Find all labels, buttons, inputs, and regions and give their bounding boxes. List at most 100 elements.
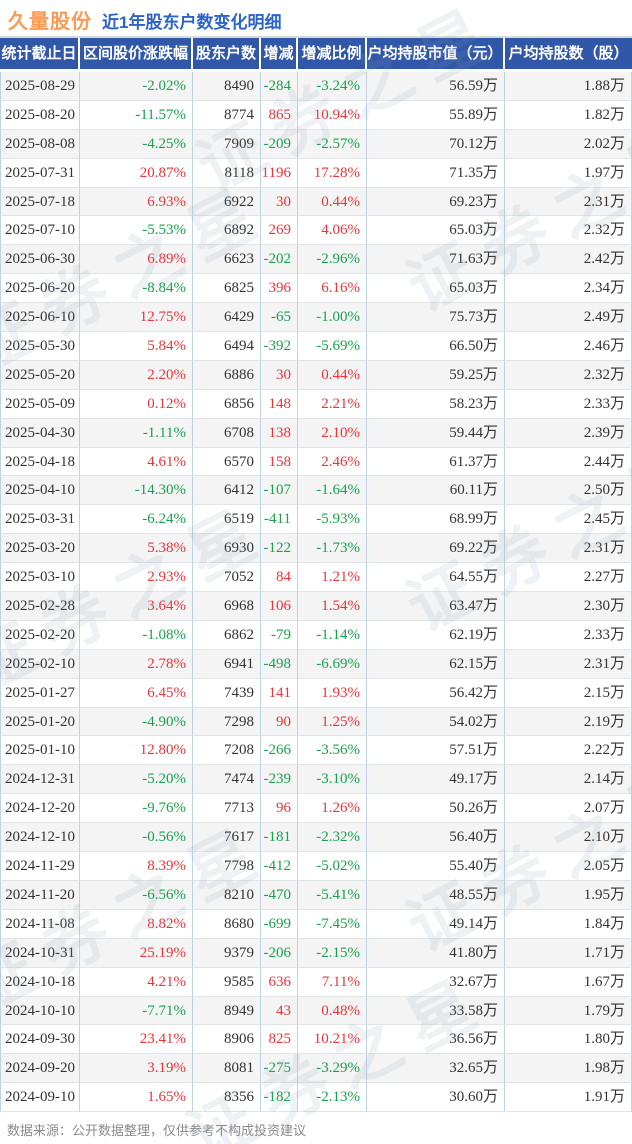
cell-delta-pct: -2.32% <box>298 823 367 853</box>
cell-delta: 43 <box>261 996 298 1026</box>
table-row: 2025-05-30 5.84% 6494 -392 -5.69% 66.50万 2.46万 <box>0 332 632 361</box>
cell-avg-shares: 1.84万 <box>505 909 632 939</box>
cell-holders: 6429 <box>193 303 261 333</box>
header-avg-shares: 户均持股数（股） <box>508 45 629 62</box>
cell-date: 2025-07-18 <box>0 187 80 217</box>
cell-price-change: 12.80% <box>80 736 193 766</box>
cell-delta: -284 <box>261 72 298 101</box>
cell-price-change: -5.53% <box>80 216 193 246</box>
cell-holders: 8081 <box>193 1054 261 1084</box>
cell-holders: 7474 <box>193 765 261 795</box>
cell-holders: 7713 <box>193 794 261 824</box>
cell-date: 2024-11-29 <box>0 852 80 881</box>
table-row: 2025-08-20 -11.57% 8774 865 10.94% 55.89万 1.82… <box>0 100 632 130</box>
cell-delta-pct: -3.24% <box>298 72 367 101</box>
cell-avg-value: 66.50万 <box>367 332 505 361</box>
cell-avg-value: 62.15万 <box>367 649 505 679</box>
cell-delta: 636 <box>261 967 298 997</box>
cell-avg-shares: 2.31万 <box>505 649 632 679</box>
cell-delta: 148 <box>261 389 298 419</box>
cell-price-change: -0.56% <box>80 823 193 853</box>
cell-delta: -202 <box>261 245 298 275</box>
table-row: 2025-02-10 2.78% 6941 -498 -6.69% 62.15万 2.31万 <box>0 649 632 679</box>
cell-avg-shares: 2.42万 <box>505 245 632 275</box>
cell-delta: 825 <box>261 1025 298 1055</box>
cell-price-change: 8.39% <box>80 852 193 881</box>
cell-avg-value: 32.65万 <box>367 1054 505 1084</box>
cell-delta: -209 <box>261 129 298 159</box>
table-row: 2025-01-20 -4.90% 7298 90 1.25% 54.02万 2.19万 <box>0 707 632 737</box>
cell-holders: 9379 <box>193 938 261 968</box>
cell-delta-pct: 2.46% <box>298 447 367 477</box>
table-row: 2025-03-31 -6.24% 6519 -411 -5.93% 68.99万 2.45… <box>0 505 632 535</box>
cell-delta-pct: -1.64% <box>298 476 367 506</box>
cell-delta-pct: 2.10% <box>298 418 367 448</box>
cell-delta: -181 <box>261 823 298 853</box>
cell-price-change: -7.71% <box>80 996 193 1026</box>
cell-holders: 9585 <box>193 967 261 997</box>
cell-avg-value: 63.47万 <box>367 592 505 621</box>
cell-delta: 141 <box>261 678 298 708</box>
shareholder-count-table: 统计截止日 区间股价涨跌幅 股东户数 增减 增减比例 户均持股市值（元） 户均持股数（股） … <box>0 36 632 1113</box>
cell-avg-shares: 1.91万 <box>505 1083 632 1113</box>
cell-delta: 1196 <box>261 158 298 188</box>
cell-price-change: -4.25% <box>80 129 193 159</box>
cell-avg-shares: 2.32万 <box>505 216 632 246</box>
cell-date: 2024-10-18 <box>0 967 80 997</box>
cell-delta: 90 <box>261 707 298 737</box>
cell-avg-shares: 2.32万 <box>505 360 632 390</box>
cell-date: 2025-05-09 <box>0 389 80 419</box>
cell-price-change: -9.76% <box>80 794 193 824</box>
cell-avg-value: 41.80万 <box>367 938 505 968</box>
cell-delta-pct: -2.57% <box>298 129 367 159</box>
cell-date: 2025-08-20 <box>0 100 80 130</box>
cell-holders: 6941 <box>193 649 261 679</box>
cell-delta-pct: 7.11% <box>298 967 367 997</box>
table-row: 2024-09-10 1.65% 8356 -182 -2.13% 30.60万 1.91万 <box>0 1083 632 1113</box>
cell-holders: 8774 <box>193 100 261 130</box>
cell-avg-shares: 1.79万 <box>505 996 632 1026</box>
cell-avg-value: 62.19万 <box>367 620 505 650</box>
cell-avg-value: 65.03万 <box>367 216 505 246</box>
cell-delta-pct: -3.10% <box>298 765 367 795</box>
cell-avg-value: 49.17万 <box>367 765 505 795</box>
table-row: 2025-06-10 12.75% 6429 -65 -1.00% 75.73万 2.49万 <box>0 303 632 333</box>
table-row: 2025-07-10 -5.53% 6892 269 4.06% 65.03万 2.32万 <box>0 216 632 246</box>
cell-holders: 6412 <box>193 476 261 506</box>
cell-delta-pct: -5.69% <box>298 332 367 361</box>
cell-delta-pct: -5.02% <box>298 852 367 881</box>
cell-holders: 6930 <box>193 534 261 564</box>
cell-date: 2025-03-20 <box>0 534 80 564</box>
cell-avg-shares: 2.15万 <box>505 678 632 708</box>
cell-date: 2025-02-20 <box>0 620 80 650</box>
cell-avg-value: 71.63万 <box>367 245 505 275</box>
cell-holders: 8906 <box>193 1025 261 1055</box>
cell-delta: 106 <box>261 592 298 621</box>
cell-avg-value: 59.44万 <box>367 418 505 448</box>
cell-avg-value: 36.56万 <box>367 1025 505 1055</box>
table-row: 2025-02-28 3.64% 6968 106 1.54% 63.47万 2.30万 <box>0 592 632 621</box>
cell-avg-value: 50.26万 <box>367 794 505 824</box>
cell-delta-pct: -1.00% <box>298 303 367 333</box>
header-date: 统计截止日 <box>0 38 80 69</box>
cell-price-change: -11.57% <box>80 100 193 130</box>
cell-avg-value: 59.25万 <box>367 360 505 390</box>
page-title: 久量股份 近1年股东户数变化明细 <box>8 5 281 34</box>
table-row: 2025-05-09 0.12% 6856 148 2.21% 58.23万 2.33万 <box>0 389 632 419</box>
table-row: 2025-04-30 -1.11% 6708 138 2.10% 59.44万 2.39万 <box>0 418 632 448</box>
cell-price-change: -8.84% <box>80 274 193 304</box>
cell-date: 2024-12-10 <box>0 823 80 853</box>
cell-avg-value: 55.40万 <box>367 852 505 881</box>
cell-price-change: 25.19% <box>80 938 193 968</box>
cell-delta: 865 <box>261 100 298 130</box>
cell-avg-value: 33.58万 <box>367 996 505 1026</box>
cell-delta-pct: 10.21% <box>298 1025 367 1055</box>
cell-delta-pct: -5.41% <box>298 880 367 910</box>
cell-price-change: 3.19% <box>80 1054 193 1084</box>
cell-avg-value: 70.12万 <box>367 129 505 159</box>
cell-holders: 7298 <box>193 707 261 737</box>
cell-holders: 6825 <box>193 274 261 304</box>
cell-avg-shares: 2.02万 <box>505 129 632 159</box>
cell-price-change: 6.93% <box>80 187 193 217</box>
cell-price-change: 2.78% <box>80 649 193 679</box>
